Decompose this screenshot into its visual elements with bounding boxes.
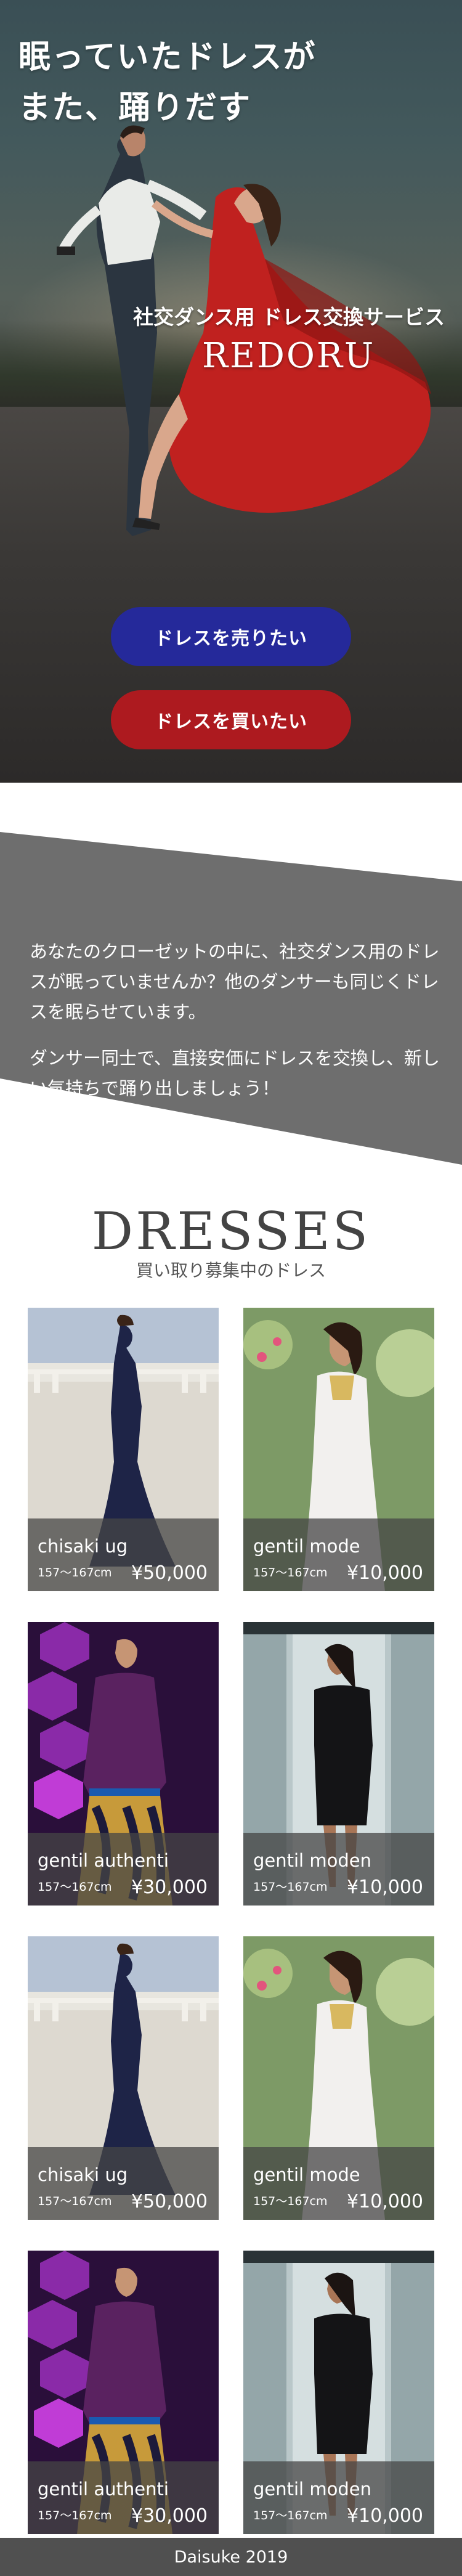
footer-copyright: Daisuke 2019 — [174, 2547, 288, 2567]
hero-title-line2: また、踊りだす — [18, 89, 252, 126]
dress-name: chisaki ug — [38, 2164, 128, 2185]
dresses-subtitle: 買い取り募集中のドレス — [136, 1260, 326, 1281]
intro-section: あなたのクローゼットの中に、社交ダンス用のドレスが眠っていませんか？他のダンサー… — [0, 832, 462, 1165]
dress-size: 157〜167cm — [38, 2195, 112, 2208]
intro-paragraph-1: あなたのクローゼットの中に、社交ダンス用のドレスが眠っていませんか？他のダンサー… — [30, 941, 440, 1022]
dress-price: ¥50,000 — [131, 1562, 208, 1584]
hero-title: 眠っていたドレスが また、踊りだす — [18, 32, 316, 133]
dress-price: ¥30,000 — [131, 2505, 208, 2527]
dress-size: 157〜167cm — [253, 2195, 328, 2208]
dress-size: 157〜167cm — [253, 2509, 328, 2522]
hero-subtitle: 社交ダンス用 ドレス交換サービス — [133, 305, 445, 329]
dress-grid: chisaki ug 157〜167cm ¥50,000 gentil mode… — [0, 1308, 462, 2571]
dresses-heading: DRESSES 買い取り募集中のドレス — [0, 1202, 462, 1282]
dress-card[interactable]: gentil authenti 157〜167cm ¥30,000 — [28, 2251, 219, 2534]
buy-dress-button[interactable]: ドレスを買いたい — [111, 690, 351, 749]
dress-size: 157〜167cm — [38, 1566, 112, 1579]
footer: Daisuke 2019 — [0, 2538, 462, 2576]
dress-name: gentil moden — [253, 2479, 371, 2500]
dress-card[interactable]: chisaki ug 157〜167cm ¥50,000 — [28, 1308, 219, 1591]
intro-text: あなたのクローゼットの中に、社交ダンス用のドレスが眠っていませんか？他のダンサー… — [30, 937, 442, 1104]
dress-name: gentil authenti — [38, 2479, 169, 2500]
dress-name: chisaki ug — [38, 1536, 128, 1557]
sell-dress-button[interactable]: ドレスを売りたい — [111, 607, 351, 666]
dress-name: gentil authenti — [38, 1850, 169, 1871]
dress-size: 157〜167cm — [253, 1566, 328, 1579]
dresses-title: DRESSES — [91, 1201, 371, 1262]
dress-price: ¥30,000 — [131, 1877, 208, 1898]
dress-card[interactable]: gentil authenti 157〜167cm ¥30,000 — [28, 1622, 219, 1906]
dress-size: 157〜167cm — [253, 1880, 328, 1894]
dress-name: gentil mode — [253, 1536, 360, 1557]
dress-name: gentil mode — [253, 2164, 360, 2185]
hero-section: 眠っていたドレスが また、踊りだす 社交ダンス用 ドレス交換サービス REDOR… — [0, 0, 462, 783]
brand-logo: REDORU — [202, 336, 376, 376]
dress-name: gentil moden — [253, 1850, 371, 1871]
intro-paragraph-2: ダンサー同士で、直接安価にドレスを交換し、新しい気持ちで踊り出しましょう！ — [30, 1048, 440, 1099]
dress-card[interactable]: chisaki ug 157〜167cm ¥50,000 — [28, 1936, 219, 2220]
dress-price: ¥10,000 — [346, 2505, 423, 2527]
dress-size: 157〜167cm — [38, 1880, 112, 1894]
dress-price: ¥10,000 — [346, 1877, 423, 1898]
dress-card[interactable]: gentil mode 157〜167cm ¥10,000 — [243, 1308, 434, 1591]
dresses-section: DRESSES 買い取り募集中のドレス chisaki ug 157〜167cm… — [0, 1202, 462, 2571]
dress-card[interactable]: gentil moden 157〜167cm ¥10,000 — [243, 2251, 434, 2534]
dress-price: ¥50,000 — [131, 2191, 208, 2212]
dress-card[interactable]: gentil mode 157〜167cm ¥10,000 — [243, 1936, 434, 2220]
dress-price: ¥10,000 — [346, 2191, 423, 2212]
dress-card[interactable]: gentil moden 157〜167cm ¥10,000 — [243, 1622, 434, 1906]
hero-title-line1: 眠っていたドレスが — [18, 39, 317, 76]
dress-size: 157〜167cm — [38, 2509, 112, 2522]
dress-price: ¥10,000 — [346, 1562, 423, 1584]
